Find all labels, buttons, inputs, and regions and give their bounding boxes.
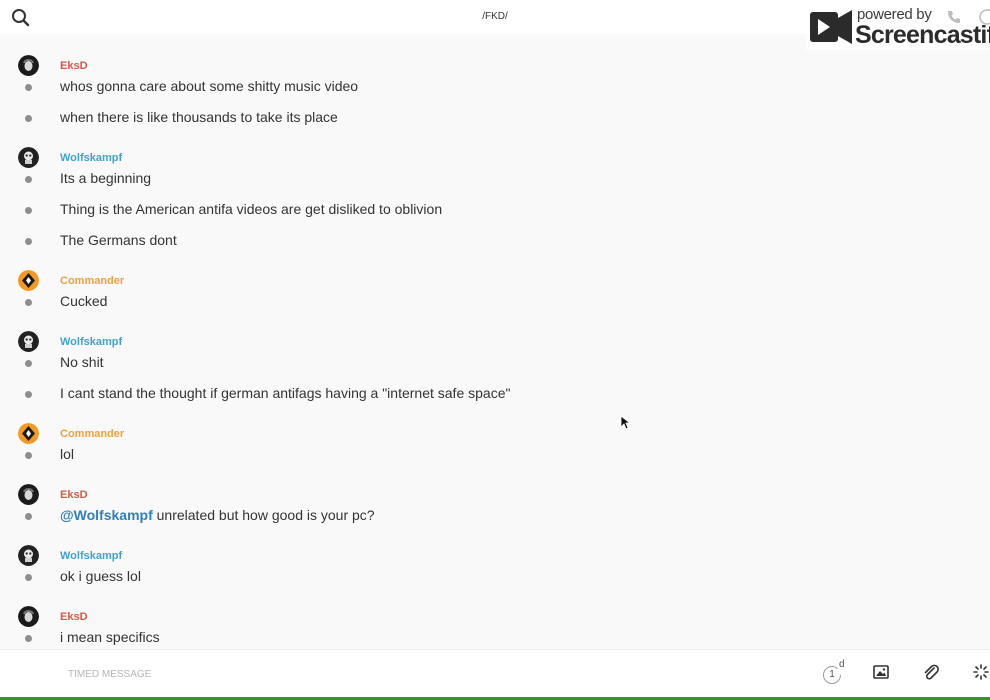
message-author[interactable]: EksD: [60, 60, 88, 72]
avatar[interactable]: [18, 423, 39, 444]
message-text: when there is like thousands to take its…: [60, 109, 338, 125]
message-bullet: [25, 391, 32, 398]
mouse-cursor-icon: [620, 415, 632, 430]
message-text: The Germans dont: [60, 232, 177, 248]
message-bullet: [25, 176, 32, 183]
message-bullet: [25, 238, 32, 245]
avatar[interactable]: [18, 55, 39, 76]
message-text-rest: unrelated but how good is your pc?: [152, 507, 375, 523]
avatar[interactable]: [18, 606, 39, 627]
paperclip-icon[interactable]: [922, 664, 940, 687]
message-bullet: [25, 574, 32, 581]
phone-icon[interactable]: [946, 9, 962, 30]
avatar[interactable]: [18, 270, 39, 291]
message-text: Its a beginning: [60, 170, 152, 186]
message-bullet: [25, 360, 32, 367]
message-text: whos gonna care about some shitty music …: [60, 78, 359, 94]
message-list[interactable]: EksD whos gonna care about some shitty mu…: [0, 34, 990, 649]
message-text: I cant stand the thought if german antif…: [60, 385, 511, 401]
timer-icon[interactable]: 1 d: [822, 659, 846, 687]
message-bullet: [25, 452, 32, 459]
composer: 1 d: [0, 649, 990, 700]
message-text: ok i guess lol: [60, 568, 141, 584]
message-bullet: [25, 299, 32, 306]
message-text: lol: [60, 446, 75, 462]
message-text: No shit: [60, 354, 104, 370]
message-author[interactable]: Wolfskampf: [60, 152, 122, 164]
message-author[interactable]: EksD: [60, 611, 88, 623]
avatar[interactable]: [18, 331, 39, 352]
message-text: i mean specifics: [60, 629, 160, 645]
message-text: Cucked: [60, 293, 108, 309]
avatar[interactable]: [18, 545, 39, 566]
avatar[interactable]: [18, 147, 39, 168]
timer-unit: d: [839, 659, 845, 670]
message-author[interactable]: Wolfskampf: [60, 336, 122, 348]
message-input[interactable]: [68, 669, 468, 680]
message-text: @Wolfskampf unrelated but how good is yo…: [60, 507, 375, 523]
info-icon[interactable]: [978, 8, 990, 31]
image-icon[interactable]: [873, 664, 889, 685]
message-author[interactable]: Commander: [60, 428, 124, 440]
user-mention[interactable]: @Wolfskampf: [60, 507, 153, 523]
message-author[interactable]: EksD: [60, 489, 88, 501]
message-bullet: [25, 115, 32, 122]
message-text: Thing is the American antifa videos are …: [60, 201, 443, 217]
avatar[interactable]: [18, 484, 39, 505]
message-bullet: [25, 513, 32, 520]
message-author[interactable]: Wolfskampf: [60, 550, 122, 562]
loading-icon[interactable]: [973, 664, 989, 685]
message-bullet: [25, 635, 32, 642]
message-bullet: [25, 84, 32, 91]
message-bullet: [25, 207, 32, 214]
message-author[interactable]: Commander: [60, 275, 124, 287]
